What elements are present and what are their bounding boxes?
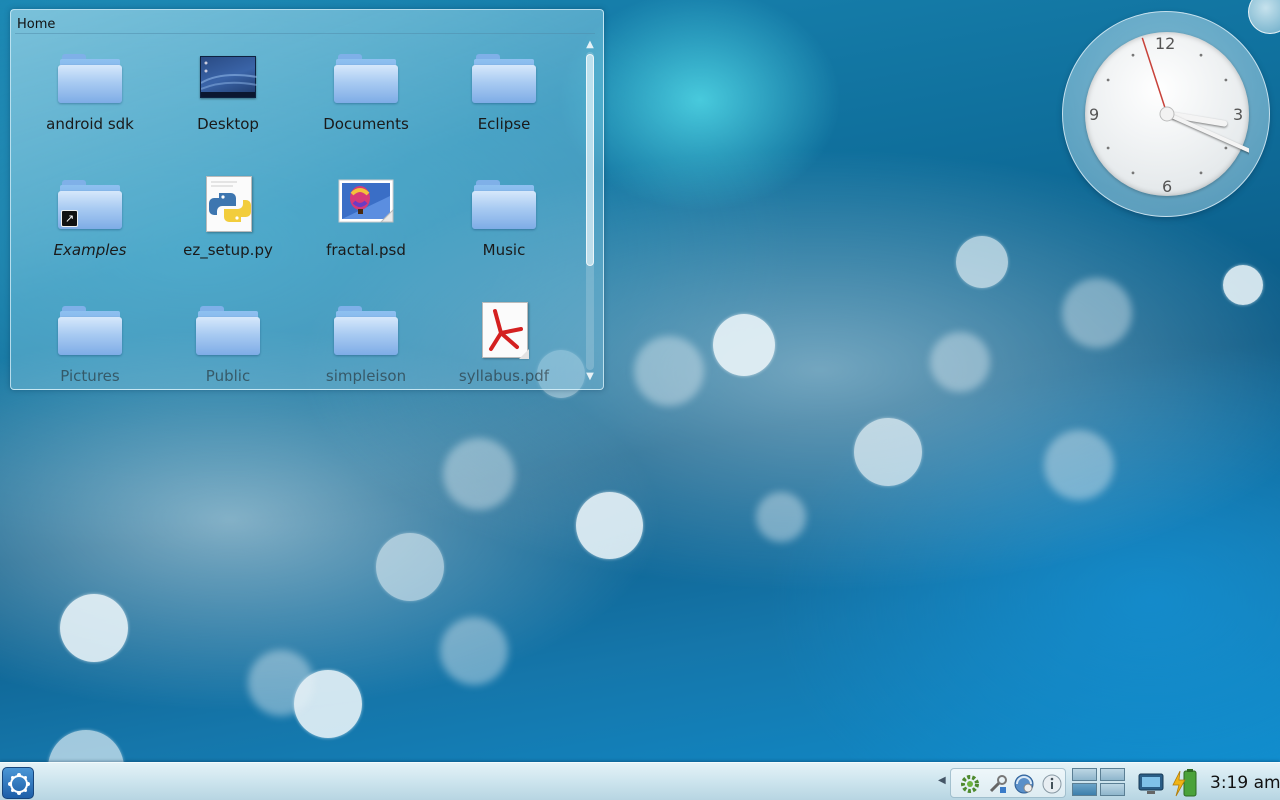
folder-icon xyxy=(58,302,122,358)
title-separator xyxy=(15,33,595,34)
bokeh-circle xyxy=(248,650,314,716)
file-item-public[interactable]: Public xyxy=(163,292,293,388)
file-label: Eclipse xyxy=(477,115,531,133)
file-label: Pictures xyxy=(60,367,120,385)
file-item-fractal[interactable]: fractal.psd xyxy=(301,166,431,276)
clock-numeral-9: 9 xyxy=(1089,105,1100,124)
clock-tick xyxy=(1106,78,1110,82)
folder-icon xyxy=(58,50,122,106)
battery-icon[interactable] xyxy=(1170,768,1200,798)
file-item-examples[interactable]: ↗ Examples xyxy=(25,166,155,276)
virtual-desktop-4[interactable] xyxy=(1100,783,1125,796)
file-label: fractal.psd xyxy=(326,241,406,259)
folder-icon xyxy=(196,302,260,358)
clock-tick xyxy=(1199,171,1203,175)
file-item-ez-setup[interactable]: ez_setup.py xyxy=(163,166,293,276)
folder-icon xyxy=(334,50,398,106)
folder-view-widget[interactable]: Home android sdk Desktop Documents Eclip… xyxy=(10,9,604,390)
file-item-music[interactable]: Music xyxy=(439,166,569,276)
clock-face: 12 3 6 9 xyxy=(1085,32,1249,196)
virtual-desktop-3[interactable] xyxy=(1072,783,1097,796)
pdf-file-icon xyxy=(472,302,536,359)
python-file-icon xyxy=(196,176,260,232)
scroll-thumb[interactable] xyxy=(586,54,594,266)
clock-tick xyxy=(1199,53,1203,57)
file-item-android-sdk[interactable]: android sdk xyxy=(25,40,155,150)
image-file-icon xyxy=(334,176,398,232)
network-monitor-icon[interactable] xyxy=(1013,773,1035,795)
clock-numeral-12: 12 xyxy=(1155,34,1176,53)
scroll-down-arrow-icon[interactable]: ▼ xyxy=(584,372,596,382)
file-label: Documents xyxy=(323,115,409,133)
clock-numeral-6: 6 xyxy=(1162,177,1173,196)
bokeh-circle xyxy=(440,617,508,685)
file-item-eclipse[interactable]: Eclipse xyxy=(439,40,569,150)
bokeh-circle xyxy=(634,336,704,406)
symlink-arrow-icon: ↗ xyxy=(61,210,78,227)
bottom-panel: ◀ 3:19 am xyxy=(0,762,1280,800)
clock-numeral-3: 3 xyxy=(1233,105,1244,124)
bokeh-circle xyxy=(1044,430,1114,500)
clock-hands xyxy=(1106,37,1249,175)
display-settings-icon[interactable] xyxy=(1136,768,1166,798)
bokeh-circle xyxy=(376,533,444,601)
file-item-desktop[interactable]: Desktop xyxy=(163,40,293,150)
file-label: Desktop xyxy=(197,115,259,133)
bokeh-circle xyxy=(576,492,643,559)
desktop-icon xyxy=(196,50,260,106)
folder-link-icon: ↗ xyxy=(58,176,122,232)
clock-tick xyxy=(1131,171,1135,175)
bokeh-circle xyxy=(854,418,922,486)
panel-digital-clock[interactable]: 3:19 am xyxy=(1210,773,1280,793)
bokeh-circle xyxy=(60,594,128,662)
bokeh-circle xyxy=(443,438,515,510)
virtual-desktop-2[interactable] xyxy=(1100,768,1125,781)
virtual-desktop-pager xyxy=(1072,768,1128,798)
folder-view-title: Home xyxy=(17,17,56,32)
virtual-desktop-1[interactable] xyxy=(1072,768,1097,781)
vertical-scrollbar[interactable]: ▲ ▼ xyxy=(583,40,597,382)
folder-icon xyxy=(334,302,398,358)
clock-tick xyxy=(1224,78,1228,82)
file-grid: android sdk Desktop Documents Eclipse ↗ … xyxy=(15,40,581,388)
file-label: simpleison xyxy=(325,367,407,385)
file-label: Public xyxy=(205,367,251,385)
info-icon[interactable] xyxy=(1041,773,1063,795)
system-tray xyxy=(950,768,1066,798)
file-item-documents[interactable]: Documents xyxy=(301,40,431,150)
systray-expand-arrow-icon[interactable]: ◀ xyxy=(938,775,946,786)
file-item-simpleison[interactable]: simpleison xyxy=(301,292,431,388)
clock-tick xyxy=(1224,146,1228,150)
scroll-up-arrow-icon[interactable]: ▲ xyxy=(584,40,596,50)
file-item-pictures[interactable]: Pictures xyxy=(25,292,155,388)
folder-icon xyxy=(472,176,536,232)
bokeh-circle xyxy=(1062,278,1132,348)
updates-icon[interactable] xyxy=(959,773,981,795)
file-label: Music xyxy=(482,241,526,259)
bokeh-circle xyxy=(930,332,990,392)
file-item-syllabus[interactable]: syllabus.pdf xyxy=(439,292,569,388)
analog-clock-widget[interactable]: 12 3 6 9 xyxy=(1062,11,1270,217)
folder-icon xyxy=(472,50,536,106)
file-label: syllabus.pdf xyxy=(458,367,550,385)
bokeh-circle xyxy=(756,492,806,542)
bokeh-circle xyxy=(956,236,1008,288)
file-label: android sdk xyxy=(46,115,134,133)
kde-kickoff-icon[interactable] xyxy=(2,767,34,799)
file-label: Examples xyxy=(53,241,127,259)
bokeh-circle xyxy=(294,670,362,738)
bokeh-circle xyxy=(1223,265,1263,305)
clock-tick xyxy=(1131,53,1135,57)
clock-tick xyxy=(1106,146,1110,150)
file-label: ez_setup.py xyxy=(183,241,273,259)
bokeh-circle xyxy=(713,314,775,376)
network-tools-icon[interactable] xyxy=(987,773,1009,795)
